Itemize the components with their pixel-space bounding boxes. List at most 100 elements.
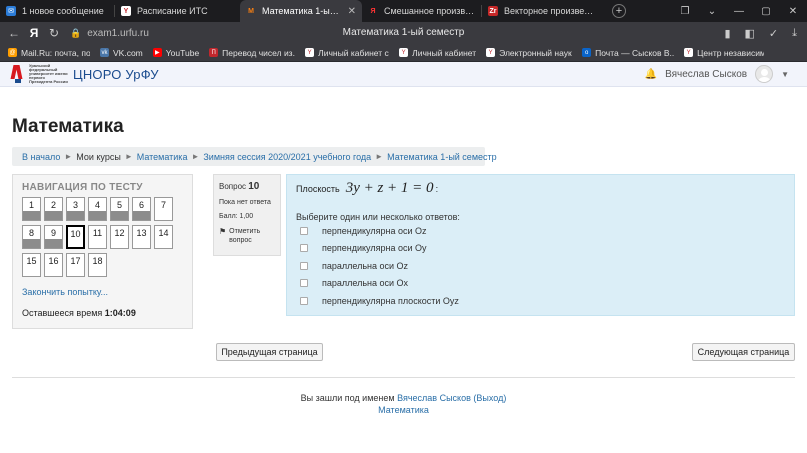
close-window-icon[interactable]: ✕: [781, 0, 805, 22]
browser-tab[interactable]: ✉ 1 новое сообщение: [0, 0, 115, 22]
finish-attempt-link[interactable]: Закончить попытку...: [22, 287, 108, 297]
footer-course-link[interactable]: Математика: [0, 405, 807, 415]
answer-option-label[interactable]: перпендикулярна оси Oy: [322, 243, 427, 253]
answer-option[interactable]: перпендикулярна оси Oy: [300, 243, 427, 253]
divider: [12, 377, 795, 378]
bookmark-item[interactable]: vk VK.com: [100, 48, 143, 58]
previous-page-button[interactable]: Предыдущая страница: [216, 343, 323, 361]
quiz-nav-question-button[interactable]: 5: [110, 197, 129, 221]
flag-question-button[interactable]: ⚑ Отметить вопрос: [219, 227, 275, 245]
quiz-nav-question-button[interactable]: 18: [88, 253, 107, 277]
quiz-nav-question-button[interactable]: 11: [88, 225, 107, 249]
answer-option-label[interactable]: перпендикулярна плоскости Oyz: [322, 296, 459, 306]
quiz-nav-question-button[interactable]: 6: [132, 197, 151, 221]
answer-option[interactable]: параллельна оси Oz: [300, 261, 408, 271]
bookmark-item[interactable]: П Перевод чисел из...: [209, 48, 295, 58]
tab-title: Расписание ИТС: [137, 6, 208, 16]
breadcrumb-category[interactable]: Математика: [137, 152, 188, 162]
answer-checkbox[interactable]: [300, 244, 308, 252]
download-icon[interactable]: ⤓: [792, 27, 797, 40]
answer-checkbox[interactable]: [300, 297, 308, 305]
answer-option[interactable]: перпендикулярна оси Oz: [300, 226, 427, 236]
quiz-nav-question-button[interactable]: 16: [44, 253, 63, 277]
question-grade: Балл: 1,00: [219, 213, 254, 221]
bookmark-item[interactable]: Y Личный кабинет: [399, 48, 476, 58]
breadcrumb-course[interactable]: Математика 1-ый семестр: [387, 152, 497, 162]
quiz-nav-question-button[interactable]: 12: [110, 225, 129, 249]
bookmark-item[interactable]: o Почта — Сысков В...: [582, 48, 674, 58]
breadcrumb-my-courses: Мои курсы: [76, 151, 121, 162]
tab-title: Математика 1-ый семестр: [262, 6, 344, 16]
answer-checkbox[interactable]: [300, 279, 308, 287]
user-menu[interactable]: 🔔 Вячеслав Сысков ▼: [645, 65, 789, 83]
answer-option-label[interactable]: перпендикулярна оси Oz: [322, 226, 427, 236]
avatar[interactable]: [755, 65, 774, 83]
question-status: Пока нет ответа: [219, 199, 271, 206]
login-info-text: Вы зашли под именем: [300, 393, 395, 403]
flag-question-label: Отметить вопрос: [229, 228, 261, 245]
bookmark-item[interactable]: YЦентр независим...: [684, 48, 764, 58]
login-info: Вы зашли под именем Вячеслав Сысков (Вых…: [0, 393, 807, 403]
answer-prompt: Выберите один или несколько ответов:: [296, 212, 460, 222]
yandex-home-icon[interactable]: Я: [24, 26, 44, 40]
quiz-nav-question-button[interactable]: 14: [154, 225, 173, 249]
url-field[interactable]: 🔒 exam1.urfu.ru: [70, 28, 149, 39]
answer-checkbox[interactable]: [300, 262, 308, 270]
browser-tab[interactable]: Я Смешанное произведение: [362, 0, 482, 22]
question-text-label: Плоскость: [296, 184, 340, 194]
restore-window-icon[interactable]: ▢: [754, 0, 778, 22]
quiz-nav-question-button[interactable]: 15: [22, 253, 41, 277]
quiz-nav-question-button[interactable]: 13: [132, 225, 151, 249]
reload-icon[interactable]: ↻: [44, 26, 64, 40]
question-content: Плоскость 3y + z + 1 = 0 : Выберите один…: [286, 174, 795, 316]
browser-tab[interactable]: Y Расписание ИТС: [115, 0, 240, 22]
bookmark-item[interactable]: @Mail.Ru: почта, поиск...: [8, 48, 90, 58]
bookmarks-bar: @Mail.Ru: почта, поиск... vkVK.com ▶YouT…: [0, 44, 807, 62]
quiz-nav-question-button[interactable]: 17: [66, 253, 85, 277]
quiz-nav-question-button[interactable]: 3: [66, 197, 85, 221]
close-tab-icon[interactable]: ✕: [348, 6, 356, 17]
minimize-icon[interactable]: ⌄: [700, 0, 724, 22]
next-page-button[interactable]: Следующая страница: [692, 343, 795, 361]
bookmark-item[interactable]: YЛичный кабинет ст...: [305, 48, 389, 58]
minimize-window-icon[interactable]: —: [727, 0, 751, 22]
answer-option-label[interactable]: параллельна оси Oz: [322, 261, 408, 271]
quiz-nav-question-button[interactable]: 2: [44, 197, 63, 221]
outlook-icon: o: [582, 48, 592, 57]
breadcrumb-home[interactable]: В начало: [22, 152, 60, 162]
extension-icon[interactable]: ◧: [745, 27, 755, 40]
answer-checkbox[interactable]: [300, 227, 308, 235]
tab-title: 1 новое сообщение: [22, 6, 104, 16]
answer-option[interactable]: перпендикулярна плоскости Oyz: [300, 296, 459, 306]
back-icon[interactable]: ←: [4, 26, 24, 40]
answer-option-label[interactable]: параллельна оси Ox: [322, 278, 408, 288]
breadcrumb-session[interactable]: Зимняя сессия 2020/2021 учебного года: [203, 152, 371, 162]
answer-option[interactable]: параллельна оси Ox: [300, 278, 408, 288]
quiz-nav-question-button[interactable]: 9: [44, 225, 63, 249]
collections-icon[interactable]: ❐: [673, 0, 697, 22]
page-title: Математика: [12, 116, 124, 137]
quiz-nav-question-button[interactable]: 8: [22, 225, 41, 249]
notification-icon[interactable]: 🔔: [645, 69, 657, 80]
tab-title: Векторное произведение: [504, 6, 598, 16]
vk-extension-icon[interactable]: ✓: [769, 27, 778, 40]
bookmark-icon[interactable]: ▮: [724, 27, 730, 40]
urfu-icon: Y: [305, 48, 315, 57]
site-logo[interactable]: Уральский федеральный университет имени …: [10, 64, 159, 84]
urfu-icon: Y: [121, 6, 131, 16]
new-tab-button[interactable]: +: [612, 4, 626, 18]
browser-tab-active[interactable]: M Математика 1-ый семестр ✕: [240, 0, 362, 22]
browser-tab[interactable]: Zr Векторное произведение: [482, 0, 604, 22]
chevron-down-icon[interactable]: ▼: [781, 70, 789, 79]
quiz-nav-question-button[interactable]: 1: [22, 197, 41, 221]
quiz-nav-question-button[interactable]: 7: [154, 197, 173, 221]
yandex-icon: Я: [370, 7, 376, 15]
footer-user-link[interactable]: Вячеслав Сысков: [397, 393, 471, 403]
bookmark-item[interactable]: Y Электронный наук...: [486, 48, 572, 58]
quiz-nav-question-button[interactable]: 4: [88, 197, 107, 221]
quiz-nav-question-button[interactable]: 10: [66, 225, 85, 249]
time-remaining-label: Оставшееся время: [22, 308, 103, 318]
bookmark-item[interactable]: ▶ YouTube: [152, 48, 199, 58]
logout-link[interactable]: (Выход): [473, 393, 506, 403]
question-number: 10: [248, 181, 260, 192]
